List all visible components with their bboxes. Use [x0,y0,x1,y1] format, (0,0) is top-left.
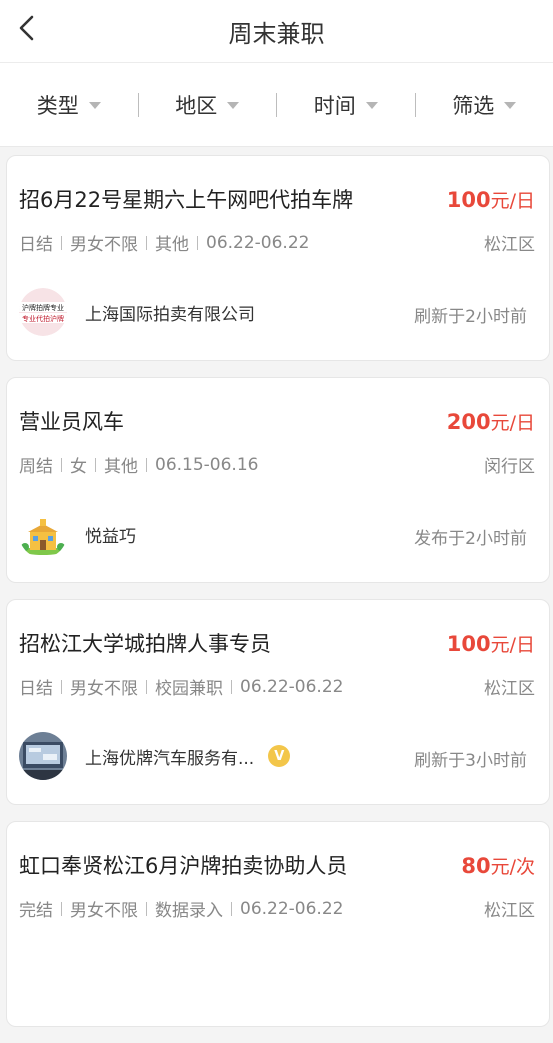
company-row: 上海优牌汽车服务有... V [19,732,290,780]
tag: 日结 [19,230,53,255]
job-salary: 100元/日 [447,186,535,213]
page-title: 周末兼职 [229,14,325,49]
job-title: 营业员风车 [19,406,124,436]
tag: 06.22-06.22 [240,899,343,919]
divider [61,236,62,250]
divider [197,236,198,250]
divider [95,458,96,472]
tag: 周结 [19,452,53,477]
salary-amount: 200 [447,410,491,434]
salary-unit: 元/次 [491,856,535,878]
caret-down-icon [89,102,101,109]
job-district: 闵行区 [484,452,535,477]
job-tags: 日结 男女不限 校园兼职 06.22-06.22 [19,674,343,699]
salary-amount: 100 [447,632,491,656]
tag: 其他 [155,230,189,255]
job-title: 招松江大学城拍牌人事专员 [19,628,271,658]
company-logo [19,732,67,780]
job-card[interactable]: 招松江大学城拍牌人事专员 100元/日 日结 男女不限 校园兼职 06.22-0… [6,599,550,805]
divider [61,680,62,694]
tag: 06.22-06.22 [240,677,343,697]
filter-label: 筛选 [452,90,494,120]
tag: 06.22-06.22 [206,233,309,253]
divider [146,680,147,694]
logo-text: 沪牌拍牌专业 [22,303,64,312]
job-card[interactable]: 招6月22号星期六上午网吧代拍车牌 100元/日 日结 男女不限 其他 06.2… [6,155,550,361]
chevron-left-icon [16,14,36,42]
job-district: 松江区 [484,674,535,699]
job-tags: 完结 男女不限 数据录入 06.22-06.22 [19,896,343,921]
divider [61,902,62,916]
posted-time: 刷新于2小时前 [414,302,527,327]
divider [146,236,147,250]
job-title: 招6月22号星期六上午网吧代拍车牌 [19,184,353,214]
job-tags: 日结 男女不限 其他 06.22-06.22 [19,230,309,255]
company-row: 悦益巧 [19,510,136,558]
divider [61,458,62,472]
divider [231,902,232,916]
logo-text: 专业代拍沪牌 [22,314,64,323]
tag: 男女不限 [70,896,138,921]
salary-unit: 元/日 [491,634,535,656]
tag: 女 [70,452,87,477]
salary-unit: 元/日 [491,412,535,434]
salary-amount: 100 [447,188,491,212]
company-name: 上海国际拍卖有限公司 [85,300,255,325]
filter-label: 时间 [314,90,356,120]
filter-more[interactable]: 筛选 [416,63,553,146]
company-name: 上海优牌汽车服务有... [85,744,254,769]
divider [231,680,232,694]
caret-down-icon [366,102,378,109]
tag: 校园兼职 [155,674,223,699]
divider [146,902,147,916]
filter-bar: 类型 地区 时间 筛选 [0,62,553,147]
job-salary: 100元/日 [447,630,535,657]
tag: 完结 [19,896,53,921]
salary-amount: 80 [461,854,490,878]
job-salary: 80元/次 [461,852,535,879]
filter-type[interactable]: 类型 [0,63,138,146]
tag: 数据录入 [155,896,223,921]
verified-badge-icon: V [268,745,290,767]
job-title: 虹口奉贤松江6月沪牌拍卖协助人员 [19,850,347,880]
salary-unit: 元/日 [491,190,535,212]
filter-time[interactable]: 时间 [277,63,415,146]
tag: 其他 [104,452,138,477]
caret-down-icon [227,102,239,109]
job-district: 松江区 [484,896,535,921]
job-card[interactable]: 营业员风车 200元/日 周结 女 其他 06.15-06.16 闵行区 [6,377,550,583]
company-name: 悦益巧 [85,522,136,547]
company-logo: 沪牌拍牌专业 专业代拍沪牌 [19,288,67,336]
tag: 男女不限 [70,674,138,699]
tag: 06.15-06.16 [155,455,258,475]
tag: 男女不限 [70,230,138,255]
divider [146,458,147,472]
filter-label: 类型 [37,90,79,120]
filter-label: 地区 [175,90,217,120]
company-logo [19,510,67,558]
filter-region[interactable]: 地区 [139,63,277,146]
caret-down-icon [504,102,516,109]
job-salary: 200元/日 [447,408,535,435]
tag: 日结 [19,674,53,699]
posted-time: 发布于2小时前 [414,524,527,549]
posted-time: 刷新于3小时前 [414,746,527,771]
job-list: 招6月22号星期六上午网吧代拍车牌 100元/日 日结 男女不限 其他 06.2… [6,155,550,1043]
back-button[interactable] [8,10,44,46]
job-district: 松江区 [484,230,535,255]
job-card[interactable]: 虹口奉贤松江6月沪牌拍卖协助人员 80元/次 完结 男女不限 数据录入 06.2… [6,821,550,1027]
company-row: 沪牌拍牌专业 专业代拍沪牌 上海国际拍卖有限公司 [19,288,255,336]
job-tags: 周结 女 其他 06.15-06.16 [19,452,258,477]
app-header: 周末兼职 [0,0,553,62]
